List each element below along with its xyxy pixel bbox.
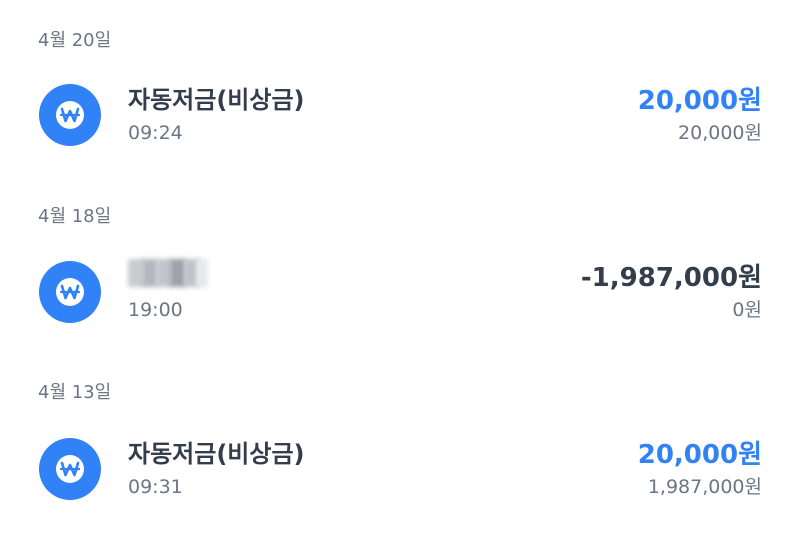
transaction-title: 자동저금(비상금) (128, 440, 305, 468)
transaction-amount: 20,000원 (637, 440, 762, 470)
date-header: 4월 18일 (38, 206, 112, 227)
won-icon (39, 84, 101, 146)
won-icon (39, 438, 101, 500)
transaction-title: 자동저금(비상금) (128, 86, 305, 114)
transaction-amount: 20,000원 (637, 86, 762, 116)
transaction-balance: 0원 (732, 299, 762, 321)
transaction-time: 09:24 (128, 122, 183, 144)
transaction-amount: -1,987,000원 (580, 263, 762, 293)
date-header: 4월 13일 (38, 382, 112, 403)
transaction-balance: 20,000원 (678, 122, 762, 144)
won-icon (39, 261, 101, 323)
transaction-time: 09:31 (128, 476, 183, 498)
transaction-balance: 1,987,000원 (647, 476, 762, 498)
transaction-row[interactable]: 자동저금(비상금) 09:31 20,000원 1,987,000원 (0, 436, 800, 506)
obscured-title (128, 259, 208, 287)
date-header: 4월 20일 (38, 30, 112, 51)
transaction-row[interactable]: 자동저금(비상금) 09:24 20,000원 20,000원 (0, 82, 800, 152)
transaction-row[interactable]: 19:00 -1,987,000원 0원 (0, 259, 800, 329)
transaction-time: 19:00 (128, 299, 183, 321)
